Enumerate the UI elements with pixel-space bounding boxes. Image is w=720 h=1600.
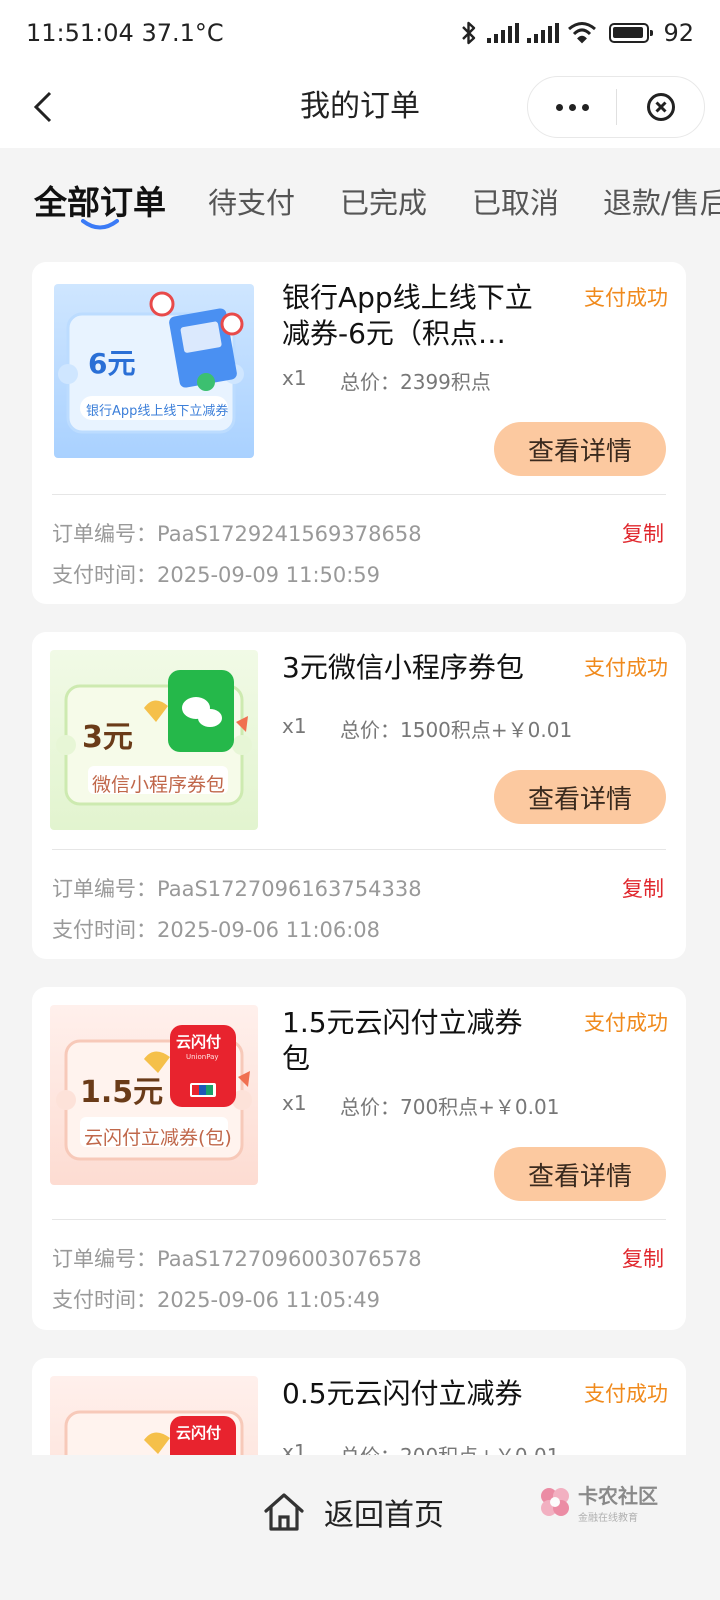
battery-icon [609,23,654,43]
copy-button[interactable]: 复制 [622,518,664,548]
watermark-title: 卡农社区 [578,1484,658,1508]
bluetooth-icon [462,21,476,45]
flower-logo-icon [541,1488,569,1516]
pay-time: 支付时间：2025-09-06 11:05:49 [52,1284,380,1314]
order-status: 支付成功 [584,1011,668,1035]
product-name[interactable]: 银行App线上线下立减券-6元（积点… [282,280,547,352]
order-number-label: 订单编号： [52,522,157,546]
copy-button[interactable]: 复制 [622,873,664,903]
view-details-button[interactable]: 查看详情 [494,422,666,476]
pay-time-value: 2025-09-06 11:05:49 [157,1288,381,1312]
product-name[interactable]: 1.5元云闪付立减券包 [282,1005,547,1077]
pay-time-label: 支付时间： [52,918,157,942]
status-icons: 92 [459,19,694,47]
order-number-value: PaaS1727096163754338 [157,877,422,901]
status-time: 11:51:04 [26,19,134,47]
card-divider [52,849,666,850]
bottom-bar: 返回首页 卡农社区 金融在线教育 [0,1455,720,1600]
thumb-caption: 云闪付立减券(包) [84,1127,232,1149]
watermark-subtitle: 金融在线教育 [578,1513,638,1524]
order-number-label: 订单编号： [52,877,157,901]
product-qty: x1 [282,366,307,390]
signal-icon [487,23,520,43]
tab-cancelled[interactable]: 已取消 [472,180,559,222]
order-tabs: 全部订单 待支付 已完成 已取消 退款/售后 [0,148,720,248]
total-value: 1500积点+￥0.01 [400,718,573,742]
thumb-amount: 1.5元 [80,1075,164,1110]
more-button[interactable] [528,76,616,138]
back-to-home-label: 返回首页 [324,1498,444,1533]
total-value: 2399积点 [400,370,491,394]
order-card: 6元 银行App线上线下立减券 银行App线上线下立减券-6元（积点… 支付成功… [32,262,686,604]
order-card: 云闪付 UnionPay 1.5元 云闪付立减券(包) 1.5元云闪付立减券包 … [32,987,686,1330]
pay-time: 支付时间：2025-09-09 11:50:59 [52,559,380,589]
total-label: 总价： [340,370,400,394]
thumb-caption: 银行App线上线下立减券 [86,404,229,419]
order-number-value: PaaS1727096003076578 [157,1247,422,1271]
pay-time: 支付时间：2025-09-06 11:06:08 [52,914,380,944]
tab-pending-payment[interactable]: 待支付 [208,180,295,222]
back-to-home-button[interactable]: 返回首页 [262,1485,444,1539]
close-circle-icon [646,93,675,121]
pay-time-value: 2025-09-09 11:50:59 [157,563,381,587]
status-left: 11:51:04 37.1°C [26,19,224,47]
status-bar: 11:51:04 37.1°C 92 [0,0,720,66]
nav-bar: 我的订单 [0,66,720,148]
signal-icon [527,23,560,43]
order-number: 订单编号：PaaS1727096003076578 [52,1243,422,1273]
tab-refund[interactable]: 退款/售后 [603,180,720,222]
product-qty: x1 [282,1091,307,1115]
total-label: 总价： [340,718,400,742]
card-divider [52,1219,666,1220]
tab-all-orders[interactable]: 全部订单 [34,176,166,224]
thumb-logo: 云闪付 [176,1424,222,1442]
product-thumbnail: 云闪付 UnionPay 1.5元 云闪付立减券(包) [50,1005,258,1185]
more-dots-icon [555,103,589,111]
order-number-value: PaaS1729241569378658 [157,522,422,546]
order-number: 订单编号：PaaS1729241569378658 [52,518,422,548]
close-button[interactable] [617,76,704,138]
product-total: 总价：1500积点+￥0.01 [340,714,572,743]
copy-button[interactable]: 复制 [622,1243,664,1273]
product-thumbnail: 6元 银行App线上线下立减券 [54,284,254,458]
thumb-amount: 3元 [82,720,133,755]
tab-completed[interactable]: 已完成 [340,180,427,222]
card-divider [52,494,666,495]
product-qty: x1 [282,714,307,738]
thumb-caption: 微信小程序券包 [92,774,226,796]
total-label: 总价： [340,1095,400,1119]
product-name[interactable]: 0.5元云闪付立减券 [282,1376,562,1412]
total-value: 700积点+￥0.01 [400,1095,560,1119]
battery-level: 92 [663,19,694,47]
order-status: 支付成功 [584,1382,668,1406]
thumb-amount: 6元 [88,347,136,380]
order-status: 支付成功 [584,656,668,680]
thumb-logo-sub: UnionPay [186,1053,219,1061]
product-total: 总价：2399积点 [340,366,491,395]
pay-time-label: 支付时间： [52,563,157,587]
order-number-label: 订单编号： [52,1247,157,1271]
product-name[interactable]: 3元微信小程序券包 [282,650,547,686]
pay-time-value: 2025-09-06 11:06:08 [157,918,381,942]
view-details-button[interactable]: 查看详情 [494,1147,666,1201]
view-details-button[interactable]: 查看详情 [494,770,666,824]
tab-active-indicator [81,219,119,230]
home-icon [264,1493,304,1531]
order-number: 订单编号：PaaS1727096163754338 [52,873,422,903]
mini-program-capsule [527,76,705,138]
status-temperature: 37.1°C [141,19,224,47]
product-total: 总价：700积点+￥0.01 [340,1091,559,1120]
watermark-logo: 卡农社区 金融在线教育 [538,1479,708,1525]
pay-time-label: 支付时间： [52,1288,157,1312]
order-status: 支付成功 [584,286,668,310]
order-card: 3元 微信小程序券包 3元微信小程序券包 支付成功 x1 总价：1500积点+￥… [32,632,686,959]
wifi-icon [568,22,597,44]
product-thumbnail: 3元 微信小程序券包 [50,650,258,830]
thumb-logo: 云闪付 [176,1033,222,1051]
coupon-illustration [58,291,244,434]
